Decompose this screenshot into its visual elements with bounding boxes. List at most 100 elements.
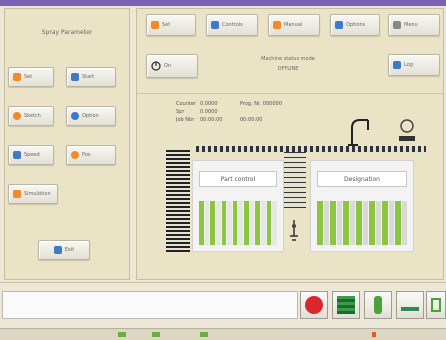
blue-icon: [211, 21, 219, 29]
button-label: Option: [82, 113, 99, 119]
level-bar: [199, 201, 204, 245]
level-bar: [369, 201, 375, 245]
orange-icon: [151, 21, 159, 29]
info-extra: Prog. Nr. 000000: [240, 101, 282, 107]
button-label: Pos: [82, 152, 91, 158]
button-label: Options: [346, 22, 366, 28]
info-key: Counter: [176, 101, 196, 107]
ladder-rack: [284, 152, 306, 208]
pos-button[interactable]: Pos: [66, 145, 116, 165]
title-bar: [0, 0, 446, 6]
toolbar-controls-button[interactable]: Controls: [206, 14, 258, 36]
level-bar: [349, 201, 355, 245]
level-bar: [401, 201, 407, 245]
status-line-1: Machine status mode: [261, 56, 315, 62]
level-bar: [382, 201, 388, 245]
stop-icon: [305, 296, 323, 314]
blue-icon: [335, 21, 343, 29]
toolbar-menu-button[interactable]: Menu: [388, 14, 440, 36]
tool-icon: [374, 296, 382, 314]
speed-button[interactable]: Speed: [8, 145, 54, 165]
level-bar: [336, 201, 342, 245]
button-label: Speed: [24, 152, 40, 158]
level-bar: [210, 201, 215, 245]
wave-button[interactable]: [396, 291, 424, 319]
button-label: Menu: [404, 22, 418, 28]
level-bar: [388, 201, 394, 245]
level-bar: [272, 201, 277, 245]
sketch-button[interactable]: Sketch: [8, 106, 54, 126]
exchange-button[interactable]: [426, 291, 446, 319]
stop-button[interactable]: [300, 291, 328, 319]
button-label: Set: [24, 74, 33, 80]
button-label: Set: [162, 22, 171, 28]
level-bar: [330, 201, 336, 245]
info-row: Job Nbr 00:00:00 00:00:00: [176, 116, 316, 124]
button-label: Start: [82, 74, 95, 80]
part-stack-left: [166, 150, 190, 252]
info-block: Counter 0.0000 Prog. Nr. 000000 Spr 0.00…: [176, 100, 316, 124]
button-label: Sketch: [24, 113, 41, 119]
status-line-2: OFFLINE: [277, 66, 299, 72]
blue-grid-icon: [71, 73, 79, 81]
level-bar: [343, 201, 349, 245]
start-button[interactable]: Start: [66, 67, 116, 87]
user-icon: [393, 61, 401, 69]
level-bar: [323, 201, 329, 245]
part-control-title: Part control: [199, 171, 277, 187]
level-bar: [244, 201, 249, 245]
designation-box: Designation: [310, 160, 414, 252]
orange-half-icon: [13, 112, 21, 120]
level-bar: [362, 201, 368, 245]
status-indicator: [200, 332, 208, 337]
info-extra: 00:00:00: [240, 117, 263, 123]
button-label: Controls: [222, 22, 243, 28]
conveyor-belt: [196, 146, 426, 152]
toolbar-set-button[interactable]: Set: [146, 14, 196, 36]
power-icon: [151, 61, 161, 71]
info-row: Spr 0.0000: [176, 108, 316, 116]
info-value: 0.0000: [200, 109, 218, 115]
level-bar: [227, 201, 232, 245]
level-bar: [266, 201, 272, 245]
info-row: Counter 0.0000 Prog. Nr. 000000: [176, 100, 316, 108]
power-button[interactable]: On: [146, 54, 198, 78]
level-bar: [215, 201, 221, 245]
message-field[interactable]: [2, 291, 298, 319]
button-label: Exit: [64, 247, 75, 253]
log-button[interactable]: Log: [388, 54, 440, 76]
tool-button[interactable]: [364, 291, 392, 319]
exit-icon: [53, 246, 62, 254]
exit-button[interactable]: Exit: [38, 240, 90, 260]
grid-button[interactable]: [332, 291, 360, 319]
level-bar: [255, 201, 261, 245]
info-key: Spr: [176, 109, 185, 115]
option-button[interactable]: Option: [66, 106, 116, 126]
level-bar: [395, 201, 401, 245]
grid-icon: [337, 296, 355, 314]
toolbar-manual-button[interactable]: Manual: [268, 14, 320, 36]
exchange-icon: [431, 298, 441, 312]
info-value: 0.0000: [200, 101, 218, 107]
status-strip: [0, 328, 446, 340]
status-indicator: [118, 332, 126, 337]
blue-square-icon: [13, 151, 21, 159]
info-key: Job Nbr: [176, 117, 195, 123]
orange-icon: [273, 21, 281, 29]
wave-icon: [401, 307, 419, 311]
simulation-button[interactable]: Simulation: [8, 184, 58, 204]
part-control-box: Part control: [192, 160, 284, 252]
level-bar: [221, 201, 227, 245]
level-bar: [238, 201, 244, 245]
button-label: On: [164, 63, 172, 69]
orange-grid-icon: [13, 190, 21, 198]
set-button[interactable]: Set: [8, 67, 54, 87]
bottom-bar: [0, 282, 446, 328]
level-bar: [249, 201, 255, 245]
gray-icon: [393, 21, 401, 29]
spray-nozzle-icon: [399, 119, 415, 141]
spray-gun-icon: [290, 220, 298, 241]
toolbar-options-button[interactable]: Options: [330, 14, 380, 36]
button-label: Simulation: [24, 191, 51, 197]
divider: [137, 93, 443, 94]
